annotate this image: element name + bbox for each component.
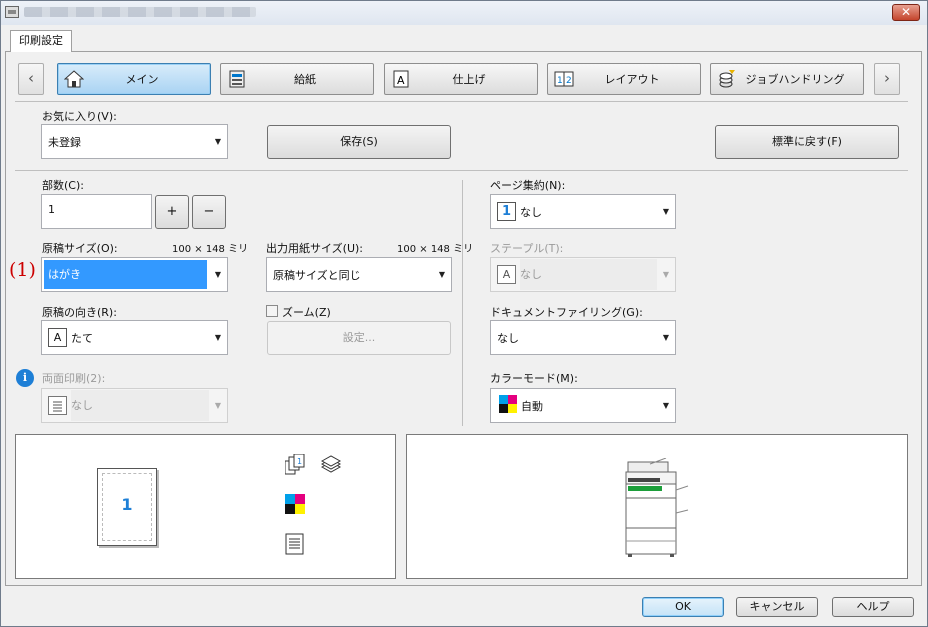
zoom-label: ズーム(Z): [282, 306, 331, 319]
output-size-dims: 100 × 148 ミリ: [397, 244, 474, 255]
color-mode-select[interactable]: 自動 ▼: [490, 388, 676, 423]
staple-select[interactable]: A なし ▼: [490, 257, 676, 292]
color-mode-label: カラーモード(M):: [490, 372, 578, 385]
staple-page-icon: A: [497, 265, 516, 284]
close-button[interactable]: ✕: [892, 4, 920, 21]
help-button[interactable]: ヘルプ: [832, 597, 914, 617]
stack-icon: [320, 455, 342, 478]
reset-defaults-button[interactable]: 標準に戻す(F): [715, 125, 899, 159]
nav-next-button[interactable]: ›: [874, 63, 900, 95]
output-size-label: 出力用紙サイズ(U):: [266, 242, 364, 255]
printer-machine-icon: [620, 457, 692, 561]
copies-input[interactable]: 1: [41, 194, 152, 229]
staple-label: ステープル(T):: [490, 242, 564, 255]
chevron-down-icon: ▼: [214, 401, 222, 410]
svg-text:A: A: [397, 74, 405, 87]
color-mode-value: 自動: [521, 399, 543, 413]
vertical-divider: [462, 180, 463, 426]
duplex-label: 両面印刷(2):: [42, 372, 106, 385]
finishing-icon: A: [391, 69, 411, 89]
copies-label: 部数(C):: [42, 179, 84, 192]
chevron-down-icon: ▼: [214, 137, 222, 146]
nav-tab-job-handling-label: ジョブハンドリング: [745, 73, 845, 86]
chevron-down-icon: ▼: [662, 333, 670, 342]
chevron-down-icon: ▼: [662, 207, 670, 216]
home-icon: [63, 69, 85, 89]
divider: [15, 170, 908, 171]
nav-tab-main-label: メイン: [125, 73, 159, 86]
document-filing-select[interactable]: なし ▼: [490, 320, 676, 355]
color-squares-icon: [499, 395, 517, 416]
paper-tray-icon: [227, 69, 247, 89]
original-size-select[interactable]: はがき ▼: [41, 257, 228, 292]
copies-increment-button[interactable]: +: [155, 195, 189, 229]
nav-tab-layout[interactable]: 12 レイアウト: [547, 63, 701, 95]
svg-text:1: 1: [557, 76, 563, 86]
orientation-label: 原稿の向き(R):: [42, 306, 117, 319]
nav-tab-main[interactable]: メイン: [57, 63, 211, 95]
chevron-down-icon: ▼: [214, 333, 222, 342]
duplex-value: なし: [71, 390, 209, 421]
cancel-button[interactable]: キャンセル: [736, 597, 818, 617]
nav-tab-paper-label: 給紙: [294, 73, 316, 86]
staple-value: なし: [520, 259, 657, 290]
document-filing-label: ドキュメントファイリング(G):: [490, 306, 643, 319]
chevron-down-icon: ▼: [662, 270, 670, 279]
output-size-select[interactable]: 原稿サイズと同じ ▼: [266, 257, 452, 292]
layout-icon: 12: [554, 69, 574, 89]
save-button[interactable]: 保存(S): [267, 125, 451, 159]
orientation-select[interactable]: A たて ▼: [41, 320, 228, 355]
output-size-value: 原稿サイズと同じ: [273, 268, 361, 282]
svg-text:1: 1: [297, 457, 302, 466]
color-squares-icon: [285, 494, 305, 517]
ok-button[interactable]: OK: [642, 597, 724, 617]
nav-prev-button[interactable]: ‹: [18, 63, 44, 95]
document-filing-value: なし: [497, 331, 519, 345]
favorites-value: 未登録: [48, 135, 81, 149]
pages-per-sheet-select[interactable]: 1 なし ▼: [490, 194, 676, 229]
chevron-down-icon: ▼: [662, 401, 670, 410]
divider: [15, 101, 908, 102]
copies-decrement-button[interactable]: −: [192, 195, 226, 229]
job-handling-icon: [717, 69, 737, 89]
nav-tab-finishing-label: 仕上げ: [452, 73, 486, 86]
original-size-label: 原稿サイズ(O):: [42, 242, 118, 255]
window-title-blurred: [24, 7, 256, 17]
nav-tab-layout-label: レイアウト: [604, 73, 660, 86]
nav-tab-paper[interactable]: 給紙: [220, 63, 374, 95]
printer-app-icon: [5, 6, 19, 18]
pages-per-sheet-label: ページ集約(N):: [490, 179, 566, 192]
document-lines-icon: [285, 533, 305, 558]
callout-marker: (1): [9, 259, 36, 281]
svg-text:2: 2: [566, 76, 572, 86]
orientation-value: たて: [71, 331, 93, 345]
zoom-checkbox[interactable]: [266, 305, 278, 317]
favorites-select[interactable]: 未登録 ▼: [41, 124, 228, 159]
chevron-down-icon: ▼: [214, 270, 222, 279]
original-size-dims: 100 × 148 ミリ: [172, 244, 249, 255]
tab-print-settings[interactable]: 印刷設定: [10, 30, 72, 52]
chevron-down-icon: ▼: [438, 270, 446, 279]
nav-tab-job-handling[interactable]: ジョブハンドリング: [710, 63, 864, 95]
favorites-label: お気に入り(V):: [42, 110, 117, 123]
page-number: 1: [121, 495, 133, 514]
collate-icon: 1: [284, 453, 307, 479]
info-icon: i: [16, 369, 34, 387]
zoom-settings-button[interactable]: 設定...: [267, 321, 451, 355]
portrait-page-icon: A: [48, 328, 67, 347]
original-size-value: はがき: [44, 260, 207, 289]
nav-tab-finishing[interactable]: A 仕上げ: [384, 63, 538, 95]
pages-per-sheet-value: なし: [520, 205, 542, 219]
page-preview: 1: [97, 468, 157, 546]
single-page-icon: 1: [497, 202, 516, 221]
duplex-select[interactable]: なし ▼: [41, 388, 228, 423]
document-lines-icon: [48, 396, 67, 415]
